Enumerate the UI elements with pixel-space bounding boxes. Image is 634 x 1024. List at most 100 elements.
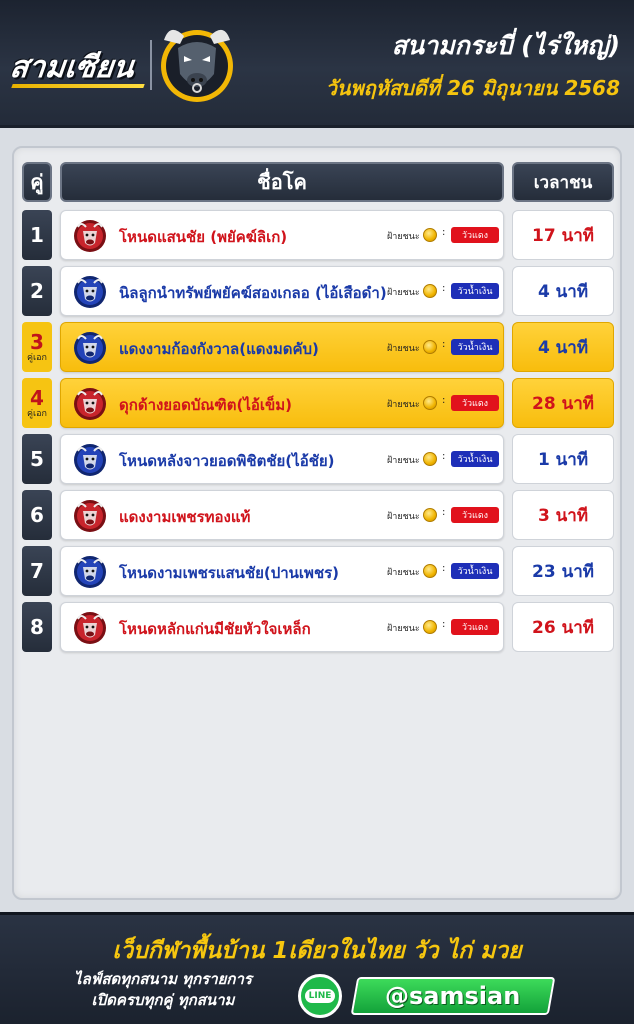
cow-name: ดุกด้างยอดบัณฑิต(ไอ้เข็ม)	[119, 396, 293, 414]
coin-icon	[423, 508, 437, 522]
separator-colon: :	[442, 339, 446, 350]
pair-number-value: 5	[30, 447, 44, 471]
line-icon-label: LINE	[304, 989, 336, 1003]
live-line-1: ไลฟ์สดทุกสนาม ทุกรายการ	[74, 970, 252, 988]
favorite-label: ฝ้ายชนะ	[387, 288, 420, 298]
line-handle-button[interactable]: @samsian	[350, 977, 556, 1015]
match-row: 5 โหนดหลังจาวยอดพิชิตชัย(ไอ้ชัย) ฝ้ายชนะ: ว…	[0, 434, 634, 484]
winning-side-badge: วัวแดง	[451, 395, 499, 411]
pair-number-value: 3	[30, 330, 44, 354]
separator-colon: :	[442, 283, 446, 294]
pair-number: 6	[22, 490, 52, 540]
pair-number: 1	[22, 210, 52, 260]
main-event-label: คู่เอก	[27, 353, 47, 363]
cow-name-cell: แดงงามก้องกังวาล(แดงมดคับ) ฝ้ายชนะ: วัวน้ำ…	[60, 322, 504, 372]
favorite-label: ฝ้ายชนะ	[387, 232, 420, 242]
pair-number: 7	[22, 546, 52, 596]
cow-name: โหนดหลักแก่นมีชัยหัวใจเหล็ก	[119, 620, 311, 638]
footer: เว็บกีฬาพื้นบ้าน 1เดียวในไทย วัว ไก่ มวย…	[0, 912, 634, 1024]
winning-side-badge: วัวน้ำเงิน	[451, 283, 499, 299]
live-line-2: เปิดครบทุกคู่ ทุกสนาม	[91, 991, 235, 1009]
separator-colon: :	[442, 619, 446, 630]
match-row: 2 นิลลูกนำทรัพย์พยัคฆ์สองเกลอ (ไอ้เสือดำ)…	[0, 266, 634, 316]
winning-side-badge: วัวแดง	[451, 619, 499, 635]
cow-name-cell: โหนดงามเพชรแสนชัย(ปานเพชร) ฝ้ายชนะ: วัวน้ำ…	[60, 546, 504, 596]
coin-icon	[423, 228, 437, 242]
column-header-name: ชื่อโค	[60, 162, 504, 202]
column-header-time: เวลาชน	[512, 162, 614, 202]
pair-number: 4 คู่เอก	[22, 378, 52, 428]
winning-side-badge: วัวน้ำเงิน	[451, 563, 499, 579]
pair-number-value: 6	[30, 503, 44, 527]
fight-time: 26 นาที	[512, 602, 614, 652]
winning-side-badge: วัวน้ำเงิน	[451, 451, 499, 467]
fight-time: 4 นาที	[512, 266, 614, 316]
logo-underline	[11, 84, 145, 88]
winning-side-badge: วัวแดง	[451, 507, 499, 523]
bull-head-icon	[74, 388, 106, 420]
bull-head-icon	[74, 556, 106, 588]
match-row: 6 แดงงามเพชรทองแท้ ฝ้ายชนะ: วัวแดง 3 นาที	[0, 490, 634, 540]
cow-name: โหนดงามเพชรแสนชัย(ปานเพชร)	[119, 564, 340, 582]
favorite-label: ฝ้ายชนะ	[387, 400, 420, 410]
winning-side-badge: วัวแดง	[451, 227, 499, 243]
fight-time: 23 นาที	[512, 546, 614, 596]
cow-name-cell: ดุกด้างยอดบัณฑิต(ไอ้เข็ม) ฝ้ายชนะ: วัวแดง	[60, 378, 504, 428]
favorite-label: ฝ้ายชนะ	[387, 456, 420, 466]
coin-icon	[423, 340, 437, 354]
fight-time: 3 นาที	[512, 490, 614, 540]
separator-colon: :	[442, 451, 446, 462]
favorite-label: ฝ้ายชนะ	[387, 344, 420, 354]
cow-name-cell: โหนดหลักแก่นมีชัยหัวใจเหล็ก ฝ้ายชนะ: วัวแด…	[60, 602, 504, 652]
event-date: วันพฤหัสบดีที่ 26 มิถุนายน 2568	[325, 76, 620, 100]
coin-icon	[423, 620, 437, 634]
cow-name: นิลลูกนำทรัพย์พยัคฆ์สองเกลอ (ไอ้เสือดำ)	[119, 284, 387, 302]
coin-icon	[423, 284, 437, 298]
cow-name-cell: นิลลูกนำทรัพย์พยัคฆ์สองเกลอ (ไอ้เสือดำ) ฝ…	[60, 266, 504, 316]
separator-colon: :	[442, 563, 446, 574]
pair-number-value: 2	[30, 279, 44, 303]
pair-number: 8	[22, 602, 52, 652]
cow-name: โหนดแสนชัย (พยัคฆ์ลิเก)	[119, 228, 288, 246]
pair-number: 5	[22, 434, 52, 484]
pair-number-value: 4	[30, 386, 44, 410]
bull-head-icon	[74, 332, 106, 364]
logo-divider	[150, 40, 152, 90]
fight-time: 28 นาที	[512, 378, 614, 428]
favorite-label: ฝ้ายชนะ	[387, 568, 420, 578]
cow-name-cell: โหนดแสนชัย (พยัคฆ์ลิเก) ฝ้ายชนะ: วัวแดง	[60, 210, 504, 260]
pair-number-value: 1	[30, 223, 44, 247]
separator-colon: :	[442, 507, 446, 518]
match-row: 3 คู่เอก แดงงามก้องกังวาล(แดงมดคับ) ฝ้ายชนะ…	[0, 322, 634, 372]
cow-name: โหนดหลังจาวยอดพิชิตชัย(ไอ้ชัย)	[119, 452, 335, 470]
coin-icon	[423, 452, 437, 466]
column-header-pair: คู่	[22, 162, 52, 202]
cow-name: แดงงามเพชรทองแท้	[119, 508, 251, 526]
fight-time: 17 นาที	[512, 210, 614, 260]
match-row: 1 โหนดแสนชัย (พยัคฆ์ลิเก) ฝ้ายชนะ: วัวแดง 17…	[0, 210, 634, 260]
line-handle-label: @samsian	[385, 982, 521, 1010]
line-app-icon[interactable]: LINE	[298, 974, 342, 1018]
favorite-label: ฝ้ายชนะ	[387, 512, 420, 522]
main-event-label: คู่เอก	[27, 409, 47, 419]
coin-icon	[423, 564, 437, 578]
match-row: 4 คู่เอก ดุกด้างยอดบัณฑิต(ไอ้เข็ม) ฝ้ายชนะ:…	[0, 378, 634, 428]
match-row: 8 โหนดหลักแก่นมีชัยหัวใจเหล็ก ฝ้ายชนะ: วัวแ…	[0, 602, 634, 652]
venue-title: สนามกระบี่ (ไร่ใหญ่)	[391, 31, 620, 60]
favorite-label: ฝ้ายชนะ	[387, 624, 420, 634]
fight-time: 1 นาที	[512, 434, 614, 484]
pair-number: 2	[22, 266, 52, 316]
bull-head-icon	[74, 276, 106, 308]
cow-name: แดงงามก้องกังวาล(แดงมดคับ)	[119, 340, 319, 358]
footer-tagline: เว็บกีฬาพื้นบ้าน 1เดียวในไทย วัว ไก่ มวย	[112, 938, 522, 964]
bull-head-icon	[74, 500, 106, 532]
winning-side-badge: วัวน้ำเงิน	[451, 339, 499, 355]
cow-name-cell: แดงงามเพชรทองแท้ ฝ้ายชนะ: วัวแดง	[60, 490, 504, 540]
header: สามเซียน สนามกระบี่ (ไร่ใหญ่) วันพฤหัสบด…	[0, 0, 634, 128]
bull-head-icon	[74, 220, 106, 252]
pair-number-value: 8	[30, 615, 44, 639]
separator-colon: :	[442, 227, 446, 238]
pair-number: 3 คู่เอก	[22, 322, 52, 372]
live-info: ไลฟ์สดทุกสนาม ทุกรายการ เปิดครบทุกคู่ ทุ…	[28, 969, 298, 1011]
bull-head-icon	[74, 444, 106, 476]
